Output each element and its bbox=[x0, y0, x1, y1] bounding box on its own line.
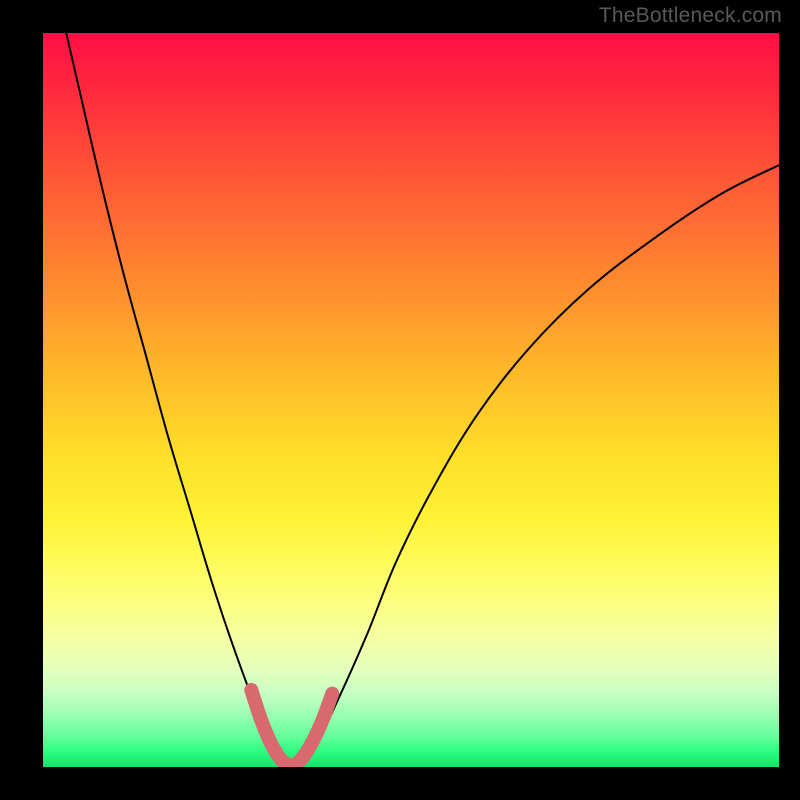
attribution-text: TheBottleneck.com bbox=[599, 4, 782, 28]
chart-frame: TheBottleneck.com bbox=[0, 0, 800, 800]
plot-area bbox=[43, 33, 779, 767]
